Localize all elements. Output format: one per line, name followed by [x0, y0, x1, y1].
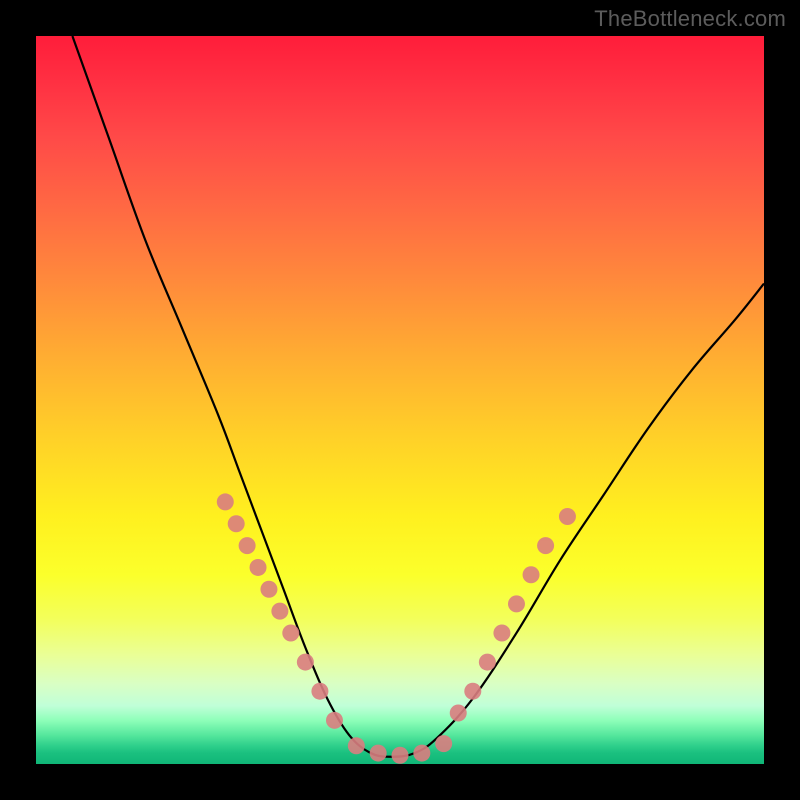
data-point [348, 737, 365, 754]
data-point [297, 654, 314, 671]
bottleneck-curve-path [72, 36, 764, 757]
data-point [450, 705, 467, 722]
data-point [250, 559, 267, 576]
data-point [479, 654, 496, 671]
data-point [326, 712, 343, 729]
left-dots-group [217, 493, 343, 728]
data-point [392, 747, 409, 764]
data-point [559, 508, 576, 525]
data-point [493, 624, 510, 641]
data-point [537, 537, 554, 554]
data-point [464, 683, 481, 700]
data-point [271, 603, 288, 620]
data-point [239, 537, 256, 554]
data-point [217, 493, 234, 510]
data-point [260, 581, 277, 598]
plot-area [36, 36, 764, 764]
curve-svg [36, 36, 764, 764]
data-point [523, 566, 540, 583]
data-point [370, 745, 387, 762]
data-point [508, 595, 525, 612]
bottom-dots-group [348, 735, 452, 764]
watermark-text: TheBottleneck.com [594, 6, 786, 32]
chart-frame: TheBottleneck.com [0, 0, 800, 800]
right-dots-group [450, 508, 576, 722]
data-point [435, 735, 452, 752]
data-point [413, 745, 430, 762]
data-point [311, 683, 328, 700]
data-point [282, 624, 299, 641]
data-point [228, 515, 245, 532]
bottleneck-curve [72, 36, 764, 757]
